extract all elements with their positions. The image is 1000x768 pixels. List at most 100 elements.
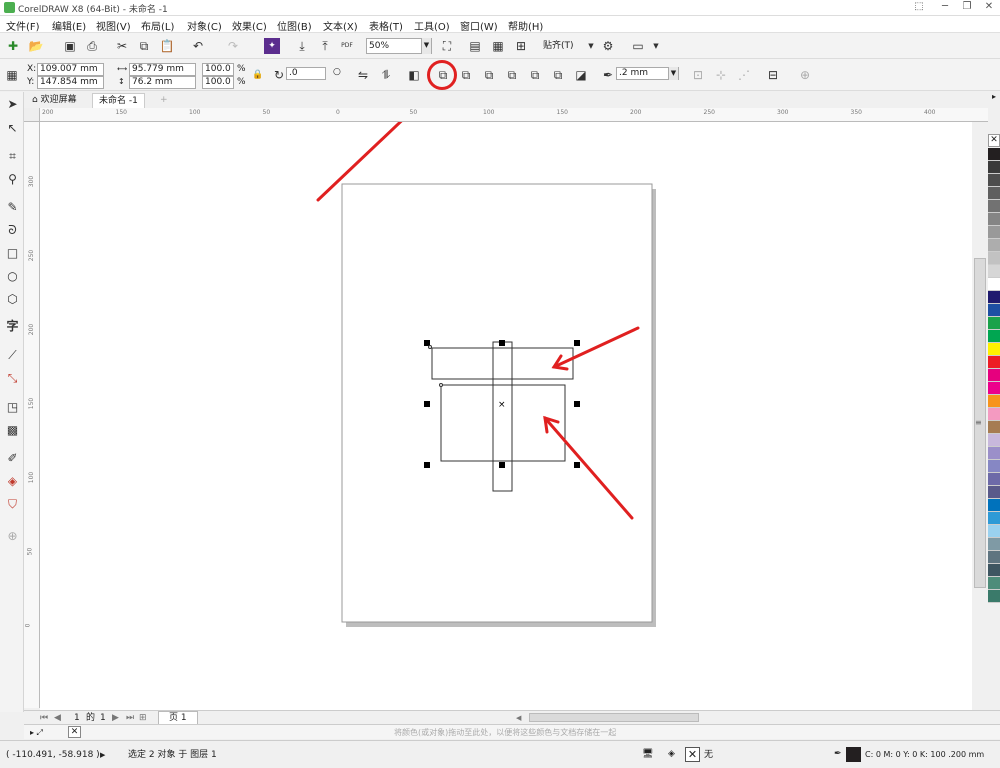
quick-trace-icon[interactable]: ⊡	[690, 67, 706, 83]
show-rulers-icon[interactable]: ▤	[467, 38, 483, 54]
text-tool-icon[interactable]: 字	[4, 318, 21, 335]
document-page[interactable]	[341, 183, 653, 623]
mirror-vertical-icon[interactable]: ⥮	[378, 67, 394, 83]
outline-color-swatch[interactable]	[846, 747, 861, 762]
launcher-dropdown-icon[interactable]: ▼	[648, 38, 664, 54]
menu-effects[interactable]: 效果(C)	[232, 18, 267, 33]
color-swatch[interactable]	[988, 590, 1000, 603]
color-swatch[interactable]	[988, 187, 1000, 200]
import-icon[interactable]: ⤓	[294, 38, 310, 54]
color-swatch[interactable]	[988, 525, 1000, 538]
eyedropper-icon[interactable]: ✐	[4, 450, 21, 467]
full-screen-icon[interactable]: ⛶	[439, 38, 455, 54]
color-swatch[interactable]	[988, 421, 1000, 434]
color-swatch[interactable]	[988, 200, 1000, 213]
trim-icon[interactable]: ⧉	[458, 67, 474, 83]
color-swatch[interactable]	[988, 317, 1000, 330]
color-swatch[interactable]	[988, 473, 1000, 486]
zoom-tool-icon[interactable]: ⚲	[4, 171, 21, 188]
snap-dropdown-icon[interactable]: ▼	[583, 38, 599, 54]
drop-shadow-icon[interactable]: ◳	[4, 399, 21, 416]
convert-icon[interactable]: ⋰	[736, 67, 752, 83]
close-button[interactable]: ✕	[978, 0, 1000, 15]
fill-icon[interactable]: ◈	[668, 748, 675, 760]
shape-tool-icon[interactable]: ↖	[4, 120, 21, 137]
copy-icon[interactable]: ⧉	[136, 38, 152, 54]
front-minus-back-icon[interactable]: ⧉	[527, 67, 543, 83]
color-swatch[interactable]	[988, 499, 1000, 512]
new-tab-icon[interactable]: +	[154, 93, 174, 108]
y-position-field[interactable]: 147.854 mm	[37, 76, 104, 89]
lock-ratio-icon[interactable]: 🔒	[250, 67, 266, 83]
height-field[interactable]: 76.2 mm	[129, 76, 196, 89]
pdf-export-icon[interactable]: PDF	[339, 38, 355, 54]
color-swatch[interactable]	[988, 252, 1000, 265]
menu-table[interactable]: 表格(T)	[369, 18, 403, 33]
scale-x-field[interactable]: 100.0	[202, 63, 234, 76]
tab-welcome[interactable]: ⌂ 欢迎屏幕	[26, 93, 83, 108]
color-swatch[interactable]	[988, 486, 1000, 499]
options-gear-icon[interactable]: ⚙	[600, 38, 616, 54]
color-swatch[interactable]	[988, 564, 1000, 577]
add-tool-icon[interactable]: ⊕	[4, 528, 21, 545]
outline-width-dropdown-icon[interactable]: ▼	[668, 67, 678, 80]
color-swatch[interactable]	[988, 434, 1000, 447]
vertical-scrollbar[interactable]: ≡	[972, 122, 988, 710]
last-page-icon[interactable]: ⏭	[126, 712, 134, 724]
print-icon[interactable]: ⎙	[84, 38, 100, 54]
color-swatch[interactable]	[988, 343, 1000, 356]
color-swatch[interactable]	[988, 330, 1000, 343]
status-expand-icon[interactable]: ▶	[100, 749, 105, 761]
pick-tool-icon[interactable]: ➤	[4, 96, 21, 113]
freehand-tool-icon[interactable]: ✎	[4, 199, 21, 216]
scroll-left-icon[interactable]: ◀	[516, 712, 521, 724]
rotate-icon[interactable]: ↻	[271, 67, 287, 83]
color-swatch[interactable]	[988, 460, 1000, 473]
intersect-icon[interactable]: ⧉	[481, 67, 497, 83]
color-swatch[interactable]	[988, 512, 1000, 525]
combine-icon[interactable]: ◧	[406, 67, 422, 83]
color-swatch[interactable]	[988, 395, 1000, 408]
vertical-ruler[interactable]: 300250200150100500毫米	[24, 108, 40, 708]
outline-pen-status-icon[interactable]: ✒	[834, 748, 842, 760]
paste-icon[interactable]: 📋	[159, 38, 175, 54]
add-page-icon[interactable]: ⊞	[139, 712, 147, 724]
page-tab[interactable]: 页 1	[158, 711, 198, 725]
snap-to-label[interactable]: 贴齐(T)	[543, 40, 574, 52]
x-position-field[interactable]: 109.007 mm	[37, 63, 104, 76]
show-guidelines-icon[interactable]: ⊞	[513, 38, 529, 54]
menu-window[interactable]: 窗口(W)	[460, 18, 498, 33]
first-page-icon[interactable]: ⏮	[40, 712, 48, 724]
menu-object[interactable]: 对象(C)	[187, 18, 222, 33]
menu-layout[interactable]: 布局(L)	[141, 18, 174, 33]
rectangle-tool-icon[interactable]: □	[4, 245, 21, 262]
color-swatch[interactable]	[988, 213, 1000, 226]
smart-fill-icon[interactable]: ⛉	[4, 496, 21, 513]
transparency-icon[interactable]: ▩	[4, 422, 21, 439]
new-document-icon[interactable]: ✚	[5, 38, 21, 54]
undo-icon[interactable]: ↶	[190, 38, 206, 54]
corel-connect-icon[interactable]: ✦	[264, 38, 280, 54]
zoom-dropdown-icon[interactable]: ▼	[421, 38, 431, 54]
simplify-icon[interactable]: ⧉	[504, 67, 520, 83]
color-swatch[interactable]	[988, 382, 1000, 395]
color-swatch[interactable]	[988, 148, 1000, 161]
show-grid-icon[interactable]: ▦	[490, 38, 506, 54]
color-swatch[interactable]	[988, 538, 1000, 551]
cut-icon[interactable]: ✂	[114, 38, 130, 54]
color-swatch[interactable]	[988, 174, 1000, 187]
break-apart-icon[interactable]: ⊹	[713, 67, 729, 83]
fill-none-swatch-icon[interactable]: ✕	[685, 747, 700, 762]
tab-document[interactable]: 未命名 -1	[92, 93, 145, 108]
redo-icon[interactable]: ↷	[225, 38, 241, 54]
ruler-origin[interactable]	[24, 108, 40, 122]
menu-file[interactable]: 文件(F)	[6, 18, 40, 33]
prev-page-icon[interactable]: ◀	[54, 712, 61, 724]
parallel-dimension-icon[interactable]: ⟋	[4, 347, 21, 364]
color-swatch[interactable]	[988, 551, 1000, 564]
color-swatch[interactable]	[988, 278, 1000, 291]
scale-y-field[interactable]: 100.0	[202, 76, 234, 89]
crop-tool-icon[interactable]: ⌗	[4, 148, 21, 165]
no-color-icon[interactable]: ✕	[68, 726, 81, 738]
color-swatch[interactable]	[988, 291, 1000, 304]
